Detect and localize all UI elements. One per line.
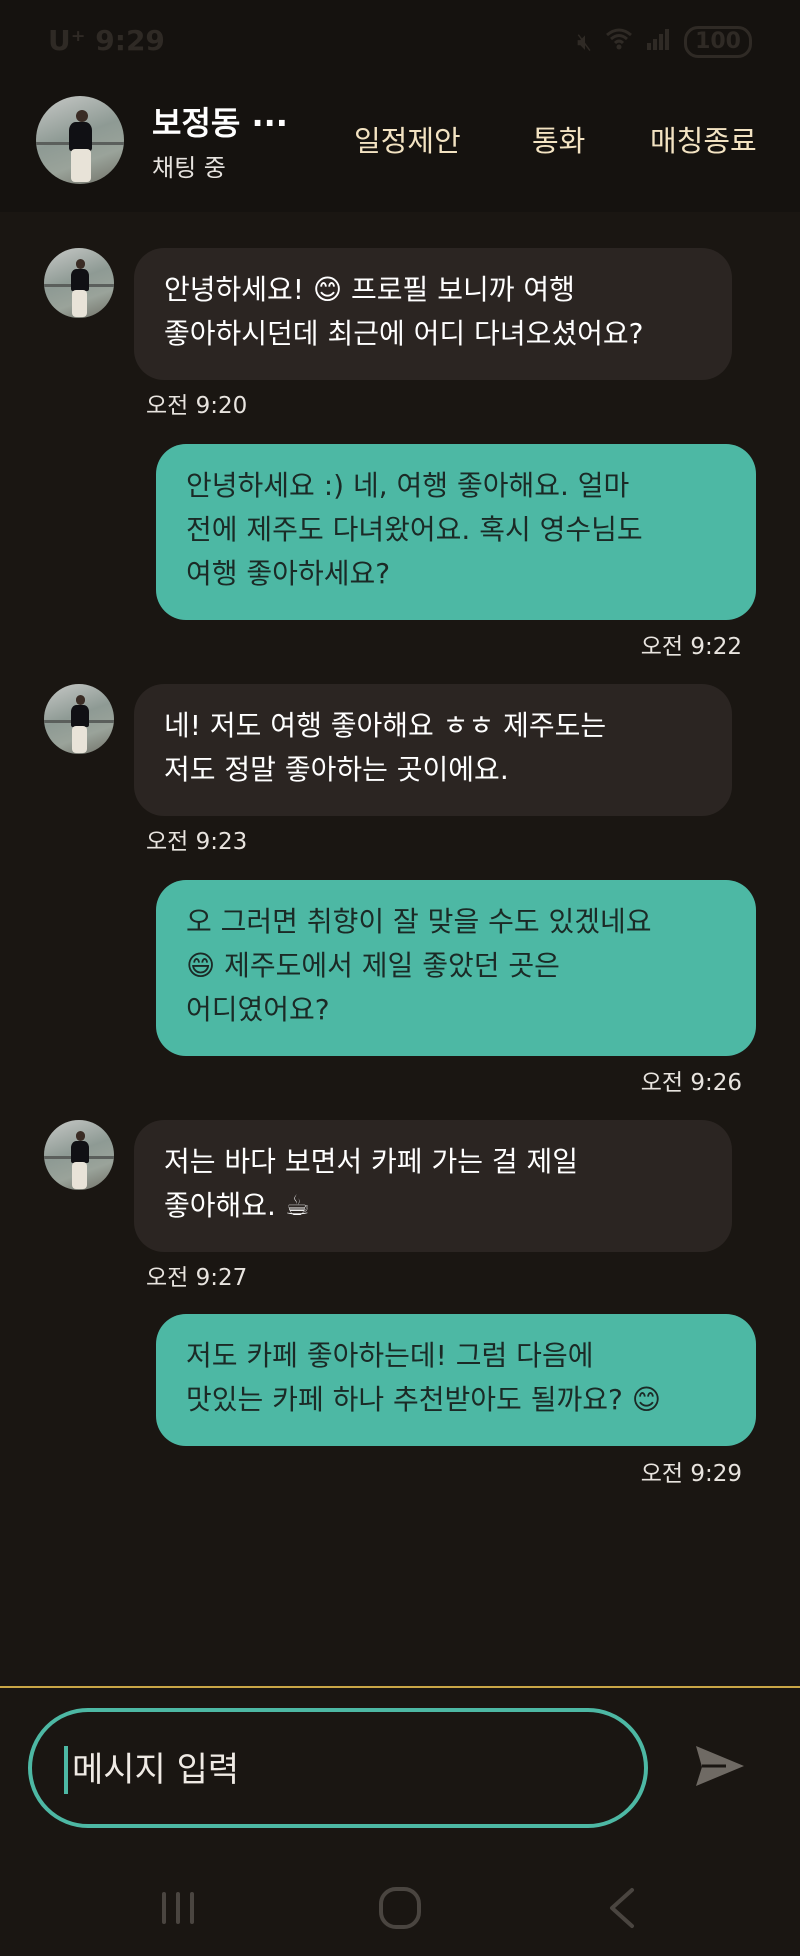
chat-header: 보정동 ··· 채팅 중 일정제안 통화 매칭종료 bbox=[0, 80, 800, 212]
outgoing-message-bubble[interactable]: 저도 카페 좋아하는데! 그럼 다음에 맛있는 카페 하나 추천받아도 될까요?… bbox=[156, 1314, 756, 1446]
incoming-message-bubble[interactable]: 네! 저도 여행 좋아해요 ㅎㅎ 제주도는 저도 정말 좋아하는 곳이에요. bbox=[134, 684, 732, 816]
send-icon bbox=[696, 1746, 744, 1786]
partner-name: 보정동 ··· bbox=[152, 104, 288, 142]
chat-screen: U⁺ 9:29 🔇︎ 100 보정동 ··· 채팅 중 일정제안 통화 매칭종료… bbox=[0, 0, 800, 1956]
message-time: 오전 9:29 bbox=[640, 1461, 742, 1487]
back-button[interactable] bbox=[594, 1878, 654, 1938]
message-time: 오전 9:22 bbox=[640, 634, 742, 660]
sender-avatar[interactable] bbox=[44, 248, 114, 318]
message-time: 오전 9:27 bbox=[146, 1265, 248, 1291]
status-carrier-time: U⁺ 9:29 bbox=[48, 24, 165, 57]
schedule-proposal-button[interactable]: 일정제안 bbox=[354, 118, 461, 160]
status-icons: 🔇︎ 100 bbox=[577, 26, 752, 58]
mute-icon: 🔇︎ bbox=[576, 28, 593, 56]
home-button[interactable] bbox=[370, 1878, 430, 1938]
home-icon bbox=[379, 1887, 421, 1929]
message-composer: 메시지 입력 bbox=[0, 1688, 800, 1858]
battery-indicator: 100 bbox=[684, 26, 752, 58]
sender-avatar[interactable] bbox=[44, 1120, 114, 1190]
message-time: 오전 9:26 bbox=[640, 1070, 742, 1096]
send-button[interactable] bbox=[690, 1736, 750, 1796]
chat-status: 채팅 중 bbox=[152, 154, 226, 182]
outgoing-message-bubble[interactable]: 안녕하세요 :) 네, 여행 좋아해요. 얼마 전에 제주도 다녀왔어요. 혹시… bbox=[156, 444, 756, 620]
partner-avatar[interactable] bbox=[36, 96, 124, 184]
incoming-message-bubble[interactable]: 안녕하세요! 😊 프로필 보니까 여행 좋아하시던데 최근에 어디 다녀오셨어요… bbox=[134, 248, 732, 380]
system-nav-bar bbox=[0, 1858, 800, 1956]
sender-avatar[interactable] bbox=[44, 684, 114, 754]
message-input-placeholder: 메시지 입력 bbox=[72, 1750, 240, 1790]
call-button[interactable]: 통화 bbox=[532, 118, 585, 160]
message-time: 오전 9:23 bbox=[146, 829, 248, 855]
signal-icon bbox=[646, 28, 670, 56]
wifi-icon bbox=[606, 28, 633, 56]
outgoing-message-bubble[interactable]: 오 그러면 취향이 잘 맞을 수도 있겠네요 😄 제주도에서 제일 좋았던 곳은… bbox=[156, 880, 756, 1056]
text-caret bbox=[64, 1746, 68, 1794]
status-bar: U⁺ 9:29 🔇︎ 100 bbox=[0, 0, 800, 80]
recent-apps-button[interactable] bbox=[148, 1878, 208, 1938]
incoming-message-bubble[interactable]: 저는 바다 보면서 카페 가는 걸 제일 좋아해요. ☕ bbox=[134, 1120, 732, 1252]
message-time: 오전 9:20 bbox=[146, 393, 248, 419]
back-icon bbox=[610, 1888, 634, 1928]
end-matching-button[interactable]: 매칭종료 bbox=[650, 118, 757, 160]
recent-apps-icon bbox=[162, 1892, 194, 1924]
message-input[interactable]: 메시지 입력 bbox=[28, 1708, 648, 1828]
